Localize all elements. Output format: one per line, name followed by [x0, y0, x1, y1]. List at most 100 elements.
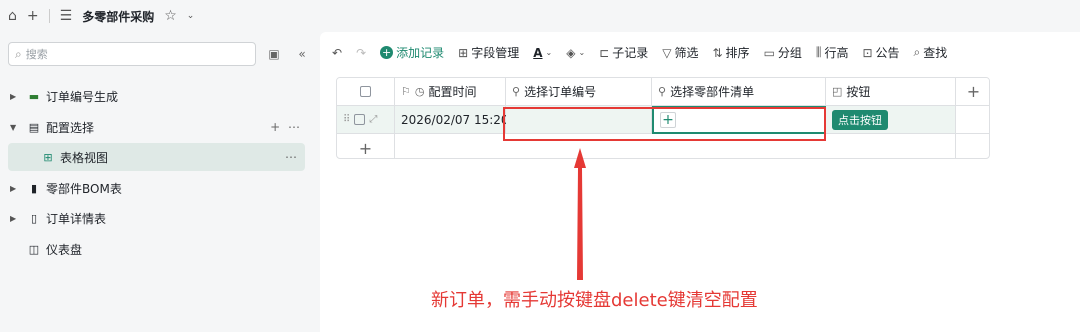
sub-record-button[interactable]: ⊏ 子记录: [599, 44, 648, 61]
document-icon: ▯: [30, 211, 38, 225]
sidebar-item-dashboard[interactable]: ◫ 仪表盘: [0, 235, 320, 263]
group-label: 分组: [777, 46, 802, 60]
flag-icon: ⚐: [401, 85, 411, 98]
sidebar: ⌕ ▣ « ▶ ▬ 订单编号生成 ▼ ▤ 配置选择 + ⋯ ⊞ 表格视图 ⋯ ▶…: [0, 32, 320, 332]
caret-right-icon[interactable]: ▶: [10, 92, 22, 101]
main-panel: ↶ ↷ + 添加记录 ⊞ 字段管理 A ⌄ ◈ ⌄ ⊏ 子记录 ▽ 筛选 ⇅ 排序 ▭ 分组 ⫼…: [320, 32, 1080, 332]
row-controls: ⠿ ⤢: [337, 106, 395, 134]
more-icon[interactable]: ⋯: [285, 150, 299, 164]
button-icon: ◰: [832, 85, 843, 98]
item-actions[interactable]: + ⋯: [270, 120, 302, 134]
undo-button[interactable]: ↶: [332, 46, 342, 60]
sort-button[interactable]: ⇅ 排序: [712, 44, 749, 61]
highlight-box: [503, 107, 826, 141]
sidebar-item-label: 零部件BOM表: [46, 181, 122, 196]
base-title: 多零部件采购: [82, 9, 155, 24]
menu-icon[interactable]: ☰: [60, 8, 73, 24]
star-icon[interactable]: ☆: [164, 8, 177, 24]
grid-icon: ⊞: [458, 45, 469, 60]
chevron-down-icon[interactable]: ⌄: [187, 11, 195, 21]
automation-icon: ▬: [28, 89, 40, 103]
group-button[interactable]: ▭ 分组: [764, 44, 802, 61]
search-row: ⌕ ▣ «: [8, 42, 312, 66]
empty-cell: [956, 106, 989, 134]
sidebar-item-label: 表格视图: [60, 150, 109, 165]
search-input[interactable]: [25, 47, 226, 61]
select-all-checkbox[interactable]: [360, 86, 371, 97]
filter-label: 筛选: [674, 46, 699, 60]
column-header-button[interactable]: ◰ 按钮: [826, 78, 956, 106]
plus-icon[interactable]: +: [27, 8, 39, 24]
field-manage-button[interactable]: ⊞ 字段管理: [458, 44, 519, 61]
redo-icon: ↷: [356, 45, 367, 60]
link-icon: ⚲: [658, 85, 667, 98]
column-header-order[interactable]: ⚲ 选择订单编号: [506, 78, 652, 106]
column-header-parts[interactable]: ⚲ 选择零部件清单: [652, 78, 826, 106]
button-cell: 点击按钮: [826, 106, 956, 134]
add-record-button[interactable]: + 添加记录: [380, 44, 444, 61]
sort-icon: ⇅: [712, 45, 723, 60]
notice-button[interactable]: ⊡ 公告: [862, 44, 899, 61]
header-row: ⚐ ◷ 配置时间 ⚲ 选择订单编号 ⚲ 选择零部件清单 ◰ 按钮 +: [337, 78, 989, 106]
folder-icon: ▭: [763, 45, 775, 60]
search-icon: ⌕: [15, 46, 22, 61]
toolbar: ↶ ↷ + 添加记录 ⊞ 字段管理 A ⌄ ◈ ⌄ ⊏ 子记录 ▽ 筛选 ⇅ 排序 ▭ 分组 ⫼…: [332, 44, 961, 61]
sub-record-icon: ⊏: [599, 45, 610, 60]
sidebar-item-order-number[interactable]: ▶ ▬ 订单编号生成: [0, 82, 320, 110]
table-icon: ▤: [28, 120, 40, 134]
filter-icon: ▽: [662, 45, 672, 60]
redo-button[interactable]: ↷: [356, 46, 366, 60]
row-height-label: 行高: [824, 46, 849, 60]
undo-icon: ↶: [332, 45, 343, 60]
notice-icon: ⊡: [862, 45, 873, 60]
find-label: 查找: [923, 46, 948, 60]
paint-bucket-icon: ◈: [566, 45, 576, 60]
phone-icon: ▮: [30, 181, 38, 195]
sidebar-item-order-detail[interactable]: ▶ ▯ 订单详情表: [0, 204, 320, 232]
caret-right-icon[interactable]: ▶: [10, 184, 22, 193]
sidebar-item-bom[interactable]: ▶ ▮ 零部件BOM表: [0, 174, 320, 202]
sidebar-item-label: 订单详情表: [46, 211, 107, 226]
drag-handle-icon[interactable]: ⠿: [343, 114, 350, 125]
expand-icon[interactable]: ⤢: [369, 114, 377, 125]
column-header-time[interactable]: ⚐ ◷ 配置时间: [395, 78, 506, 106]
row-height-icon: ⫼: [815, 45, 822, 59]
fill-color-button[interactable]: ◈ ⌄: [566, 46, 585, 60]
search-box[interactable]: ⌕: [8, 42, 256, 66]
layout-icon[interactable]: ▣: [264, 44, 284, 64]
sidebar-item-config[interactable]: ▼ ▤ 配置选择 + ⋯: [0, 113, 320, 141]
text-color-button[interactable]: A ⌄: [533, 46, 552, 60]
clock-icon: ◷: [414, 85, 425, 98]
text-color-label: A: [533, 45, 543, 60]
annotation-text: 新订单，需手动按键盘delete键清空配置: [431, 290, 758, 311]
column-label: 选择零部件清单: [670, 85, 755, 99]
sub-record-label: 子记录: [612, 46, 649, 60]
add-column-button[interactable]: +: [956, 78, 989, 106]
chevron-down-icon: ⌄: [578, 48, 586, 57]
sidebar-item-label: 仪表盘: [46, 242, 83, 257]
click-button[interactable]: 点击按钮: [832, 109, 888, 130]
add-row-button[interactable]: +: [337, 134, 395, 158]
notice-label: 公告: [875, 46, 900, 60]
collapse-sidebar-icon[interactable]: «: [292, 44, 312, 64]
sidebar-item-label: 配置选择: [46, 120, 95, 135]
sidebar-item-grid-view[interactable]: ⊞ 表格视图 ⋯: [8, 143, 305, 171]
add-record-label: 添加记录: [396, 46, 445, 60]
caret-right-icon[interactable]: ▶: [10, 214, 22, 223]
filter-button[interactable]: ▽ 筛选: [662, 44, 698, 61]
link-icon: ⚲: [512, 85, 521, 98]
row-checkbox[interactable]: [354, 114, 366, 125]
dashboard-icon: ◫: [28, 242, 40, 256]
select-all-cell[interactable]: [337, 78, 395, 106]
find-button[interactable]: ⌕ 查找: [914, 44, 948, 61]
divider: [48, 9, 50, 23]
column-label: 按钮: [846, 85, 871, 99]
home-icon[interactable]: ⌂: [8, 8, 17, 24]
field-manage-label: 字段管理: [471, 46, 520, 60]
caret-down-icon[interactable]: ▼: [10, 123, 22, 132]
column-label: 选择订单编号: [524, 85, 597, 99]
row-height-button[interactable]: ⫼ 行高: [816, 44, 849, 61]
plus-icon: +: [380, 46, 394, 59]
search-icon: ⌕: [913, 45, 921, 59]
time-cell[interactable]: 2026/02/07 15:20: [395, 106, 509, 134]
